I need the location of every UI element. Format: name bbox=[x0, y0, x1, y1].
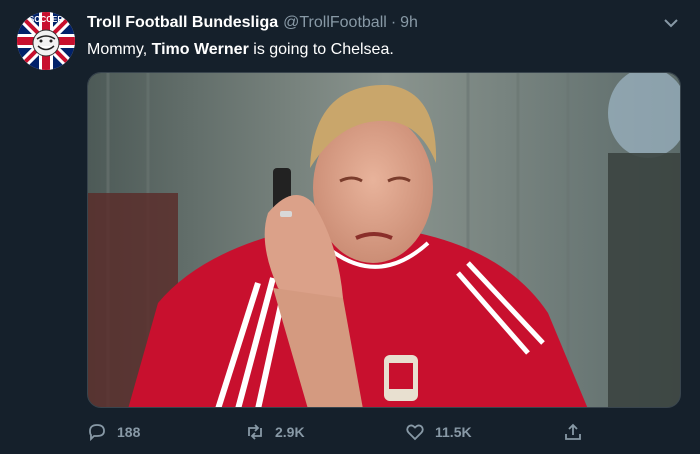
display-name[interactable]: Troll Football Bundesliga bbox=[87, 14, 278, 32]
tweet-text: Mommy, Timo Werner is going to Chelsea. bbox=[87, 40, 394, 60]
union-jack-icon: SOCCER bbox=[17, 12, 75, 70]
retweet-icon bbox=[248, 424, 262, 440]
separator-dot: · bbox=[390, 14, 397, 31]
heart-icon bbox=[406, 424, 424, 441]
reply-count: 188 bbox=[117, 424, 141, 440]
tweet-text-end: is going to Chelsea. bbox=[248, 41, 394, 58]
tweet-media-photo[interactable] bbox=[87, 72, 681, 408]
tweet-text-start: Mommy, bbox=[87, 41, 152, 58]
share-button[interactable] bbox=[563, 420, 593, 444]
crying-fan-photo bbox=[88, 73, 680, 407]
tweet-header: Troll Football Bundesliga @TrollFootball… bbox=[87, 12, 418, 34]
like-count: 11.5K bbox=[435, 424, 472, 440]
user-handle[interactable]: @TrollFootball bbox=[283, 14, 387, 32]
share-icon bbox=[565, 423, 581, 440]
tweet-actions: 188 2.9K 11.5K bbox=[87, 420, 687, 444]
like-button[interactable]: 11.5K bbox=[405, 420, 472, 444]
retweet-count: 2.9K bbox=[275, 424, 305, 440]
reply-icon bbox=[89, 424, 105, 442]
reply-button[interactable]: 188 bbox=[87, 420, 140, 444]
tweet-time[interactable]: 9h bbox=[400, 14, 418, 32]
avatar[interactable]: SOCCER bbox=[17, 12, 75, 70]
avatar-badge-text: SOCCER bbox=[29, 15, 63, 24]
tweet-text-bold: Timo Werner bbox=[151, 41, 249, 58]
retweet-button[interactable]: 2.9K bbox=[245, 420, 305, 444]
chevron-down-icon[interactable] bbox=[660, 14, 682, 32]
